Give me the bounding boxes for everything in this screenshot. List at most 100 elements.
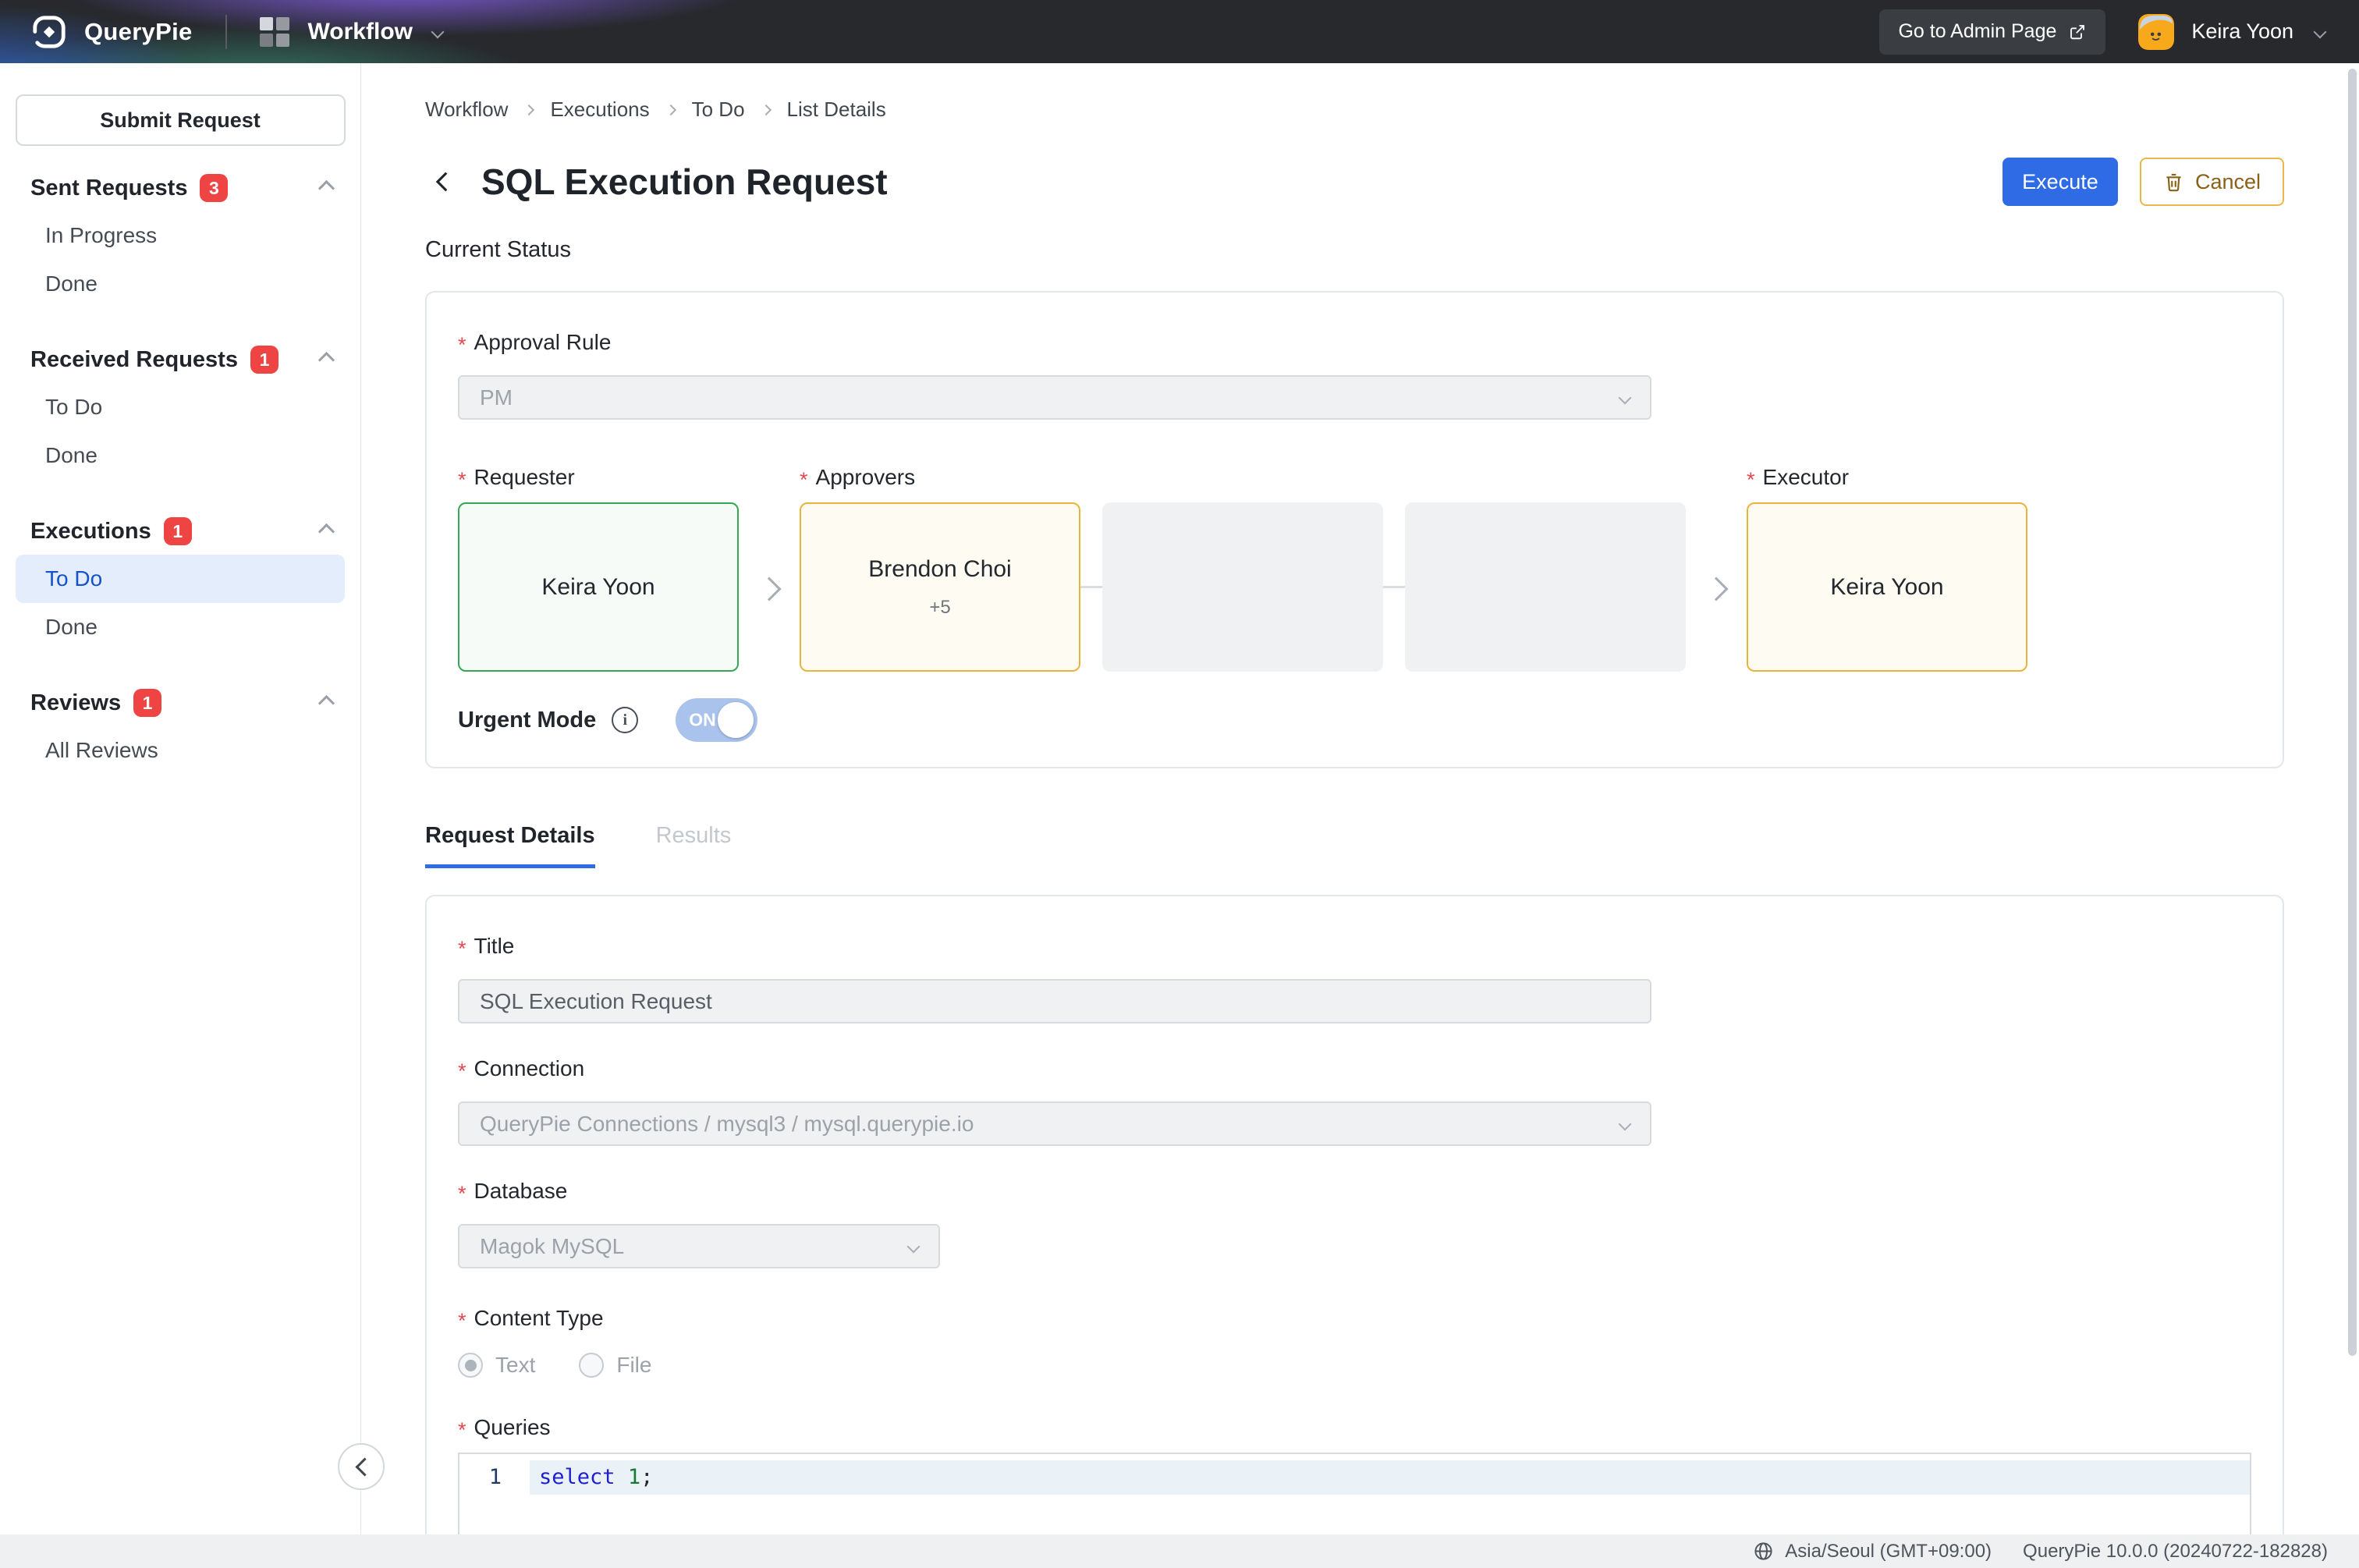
required-asterisk: *: [458, 1418, 466, 1442]
database-select[interactable]: Magok MySQL: [458, 1224, 940, 1268]
submit-request-button[interactable]: Submit Request: [16, 94, 346, 146]
sidebar-item-done[interactable]: Done: [0, 603, 360, 651]
radio-option-text[interactable]: Text: [458, 1353, 535, 1378]
go-to-admin-page-button[interactable]: Go to Admin Page: [1879, 9, 2105, 55]
timezone-indicator: Asia/Seoul (GMT+09:00): [1753, 1541, 1992, 1563]
info-icon[interactable]: i: [612, 707, 638, 733]
sidebar-section-received-requests: Received Requests 1 To Do Done: [0, 336, 360, 480]
connection-label: * Connection: [458, 1056, 2251, 1081]
sidebar: Submit Request Sent Requests 3 In Progre…: [0, 63, 361, 1568]
brand-name: QueryPie: [84, 18, 193, 46]
executor-box: Keira Yoon: [1747, 502, 2027, 672]
breadcrumb-list-details[interactable]: List Details: [787, 98, 886, 122]
toggle-knob: [718, 702, 754, 738]
sidebar-item-to-do[interactable]: To Do: [0, 383, 360, 431]
executor-name: Keira Yoon: [1830, 574, 1943, 601]
sidebar-section-header-executions[interactable]: Executions 1: [0, 508, 360, 555]
globe-icon: [1753, 1541, 1774, 1562]
window-scrollbar[interactable]: [2348, 69, 2357, 1356]
flow-chevron-right-icon: [1704, 576, 1728, 601]
content-type-label: * Content Type: [458, 1306, 2251, 1331]
connection-select[interactable]: QueryPie Connections / mysql3 / mysql.qu…: [458, 1102, 1651, 1146]
requester-name: Keira Yoon: [541, 574, 654, 601]
required-asterisk: *: [458, 937, 466, 961]
sidebar-item-done[interactable]: Done: [0, 431, 360, 480]
request-details-card: * Title * Connection QueryPie Connection…: [425, 895, 2284, 1568]
timezone-label: Asia/Seoul (GMT+09:00): [1785, 1541, 1992, 1563]
title-input[interactable]: [458, 979, 1651, 1023]
version-label: QueryPie 10.0.0 (20240722-182828): [2023, 1541, 2328, 1563]
status-bar: Asia/Seoul (GMT+09:00) QueryPie 10.0.0 (…: [0, 1534, 2359, 1568]
required-asterisk: *: [800, 468, 808, 492]
approver-box[interactable]: Brendon Choi +5: [800, 502, 1080, 672]
section-label: Sent Requests: [30, 176, 187, 201]
approval-rule-label: * Approval Rule: [458, 330, 2251, 355]
required-asterisk: *: [458, 1182, 466, 1206]
sidebar-item-done[interactable]: Done: [0, 260, 360, 308]
chevron-right-icon: [760, 104, 771, 115]
title-label: * Title: [458, 934, 2251, 959]
current-status-label: Current Status: [425, 237, 2284, 263]
user-menu[interactable]: Keira Yoon: [2138, 14, 2325, 50]
sidebar-section-executions: Executions 1 To Do Done: [0, 508, 360, 651]
navbar-divider: [225, 15, 227, 49]
executor-label: * Executor: [1747, 465, 2027, 490]
database-value: Magok MySQL: [480, 1234, 624, 1259]
admin-button-label: Go to Admin Page: [1898, 20, 2056, 43]
radio-option-file[interactable]: File: [579, 1353, 651, 1378]
sidebar-section-header-received-requests[interactable]: Received Requests 1: [0, 336, 360, 383]
cancel-button-label: Cancel: [2195, 170, 2261, 194]
sidebar-section-reviews: Reviews 1 All Reviews: [0, 679, 360, 775]
approver-extra-count: +5: [929, 597, 950, 619]
chevron-up-icon: [318, 351, 335, 367]
sidebar-item-all-reviews[interactable]: All Reviews: [0, 726, 360, 775]
chevron-up-icon: [318, 179, 335, 196]
user-menu-chevron-down-icon: [2314, 25, 2327, 38]
sidebar-item-in-progress[interactable]: In Progress: [0, 211, 360, 260]
chevron-down-icon: [1619, 1117, 1632, 1130]
back-button[interactable]: [425, 164, 461, 200]
tab-results[interactable]: Results: [656, 823, 732, 868]
app-switcher[interactable]: Workflow: [308, 19, 413, 45]
cancel-button[interactable]: Cancel: [2140, 158, 2284, 206]
section-label: Received Requests: [30, 347, 238, 373]
urgent-mode-toggle[interactable]: ON: [676, 698, 757, 742]
radio-checked-icon: [458, 1353, 483, 1378]
requester-box: Keira Yoon: [458, 502, 739, 672]
chevron-right-icon: [665, 104, 676, 115]
chevron-up-icon: [318, 523, 335, 539]
breadcrumb-executions[interactable]: Executions: [550, 98, 649, 122]
sidebar-collapse-button[interactable]: [338, 1443, 385, 1490]
breadcrumb: Workflow Executions To Do List Details: [425, 98, 2284, 122]
sidebar-section-header-sent-requests[interactable]: Sent Requests 3: [0, 165, 360, 211]
flow-chevron-right-icon: [757, 576, 781, 601]
external-link-icon: [2068, 23, 2087, 41]
breadcrumb-workflow[interactable]: Workflow: [425, 98, 508, 122]
approver-name: Brendon Choi: [868, 556, 1011, 583]
breadcrumb-to-do[interactable]: To Do: [692, 98, 745, 122]
approval-rule-select[interactable]: PM: [458, 375, 1651, 420]
section-label: Reviews: [30, 690, 121, 716]
app-switcher-chevron-down-icon[interactable]: [431, 25, 444, 38]
toggle-state-label: ON: [689, 710, 716, 731]
code-punct: ;: [640, 1465, 653, 1489]
detail-tabs: Request Details Results: [425, 823, 2284, 868]
required-asterisk: *: [458, 1309, 466, 1333]
code-line: select 1;: [530, 1460, 2250, 1495]
code-number: 1: [628, 1465, 640, 1489]
sidebar-section-header-reviews[interactable]: Reviews 1: [0, 679, 360, 726]
approver-placeholder-box: [1405, 502, 1686, 672]
avatar: [2138, 14, 2174, 50]
chevron-down-icon: [1619, 391, 1632, 404]
chevron-right-icon: [523, 104, 534, 115]
flow-connector: [1080, 586, 1102, 588]
sidebar-item-executions-to-do[interactable]: To Do: [16, 555, 345, 603]
tab-request-details[interactable]: Request Details: [425, 823, 595, 868]
required-asterisk: *: [1747, 468, 1755, 492]
querypie-logo-icon: [31, 14, 67, 50]
flow-connector: [1383, 586, 1405, 588]
execute-button[interactable]: Execute: [2002, 158, 2118, 206]
page-title: SQL Execution Request: [481, 161, 888, 203]
required-asterisk: *: [458, 333, 466, 357]
urgent-mode-label: Urgent Mode: [458, 708, 596, 733]
